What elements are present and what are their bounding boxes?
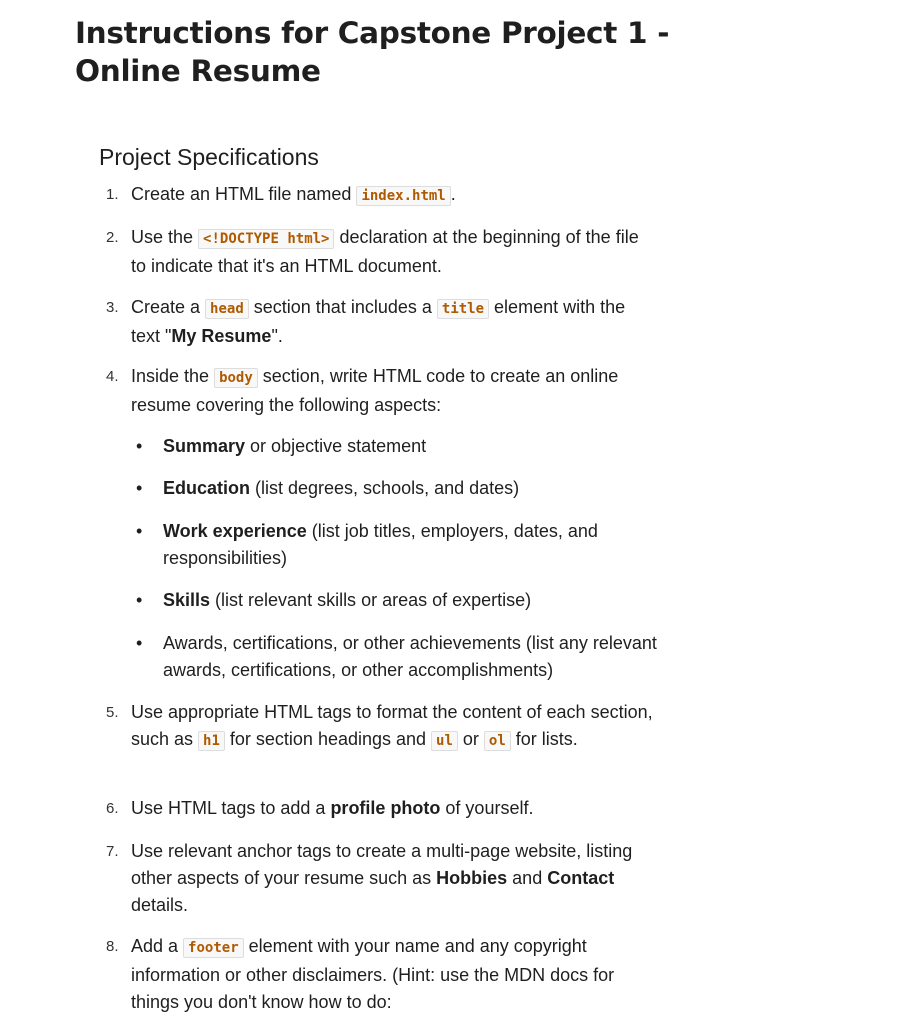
aspect-text: Awards, certifications, or other achieve…: [163, 633, 657, 680]
step-number: 8.: [106, 938, 119, 955]
code-snippet: h1: [198, 731, 225, 751]
bullet-icon: •: [136, 521, 143, 541]
step-number: 4.: [106, 368, 119, 385]
aspect-text: Work experience (list job titles, employ…: [163, 521, 598, 568]
code-snippet: footer: [183, 938, 244, 958]
step-number: 5.: [106, 704, 119, 721]
bullet-icon: •: [136, 436, 143, 456]
aspect-text: Education (list degrees, schools, and da…: [163, 478, 520, 498]
code-snippet: ul: [431, 731, 458, 751]
code-snippet: title: [436, 299, 490, 319]
step-text: Create an HTML file named index.html.: [131, 184, 456, 206]
code-snippet: index.html: [356, 186, 451, 206]
bullet-icon: •: [136, 478, 143, 498]
bullet-icon: •: [136, 590, 143, 610]
section-heading: Project Specifications: [99, 144, 319, 170]
code-snippet: ol: [483, 731, 511, 751]
code-snippet: head: [205, 299, 249, 319]
step-text: Use HTML tags to add a profile photo of …: [131, 798, 534, 818]
bold-text: profile photo: [330, 798, 441, 818]
bold-text: Hobbies: [436, 868, 508, 888]
step-number: 7.: [106, 843, 119, 860]
aspect-text: Skills (list relevant skills or areas of…: [163, 590, 532, 610]
step-text: Inside the body section, write HTML code…: [131, 366, 619, 415]
bold-text: Contact: [547, 868, 615, 888]
step-text: Create a head section that includes a ti…: [131, 297, 626, 346]
step-text: Use appropriate HTML tags to format the …: [131, 702, 653, 751]
step-text: Use the <!DOCTYPE html> declaration at t…: [131, 227, 639, 276]
bold-text: My Resume: [171, 326, 272, 346]
step-number: 6.: [106, 800, 119, 817]
step-number: 3.: [106, 299, 119, 316]
page-title: Instructions for Capstone Project 1 - On…: [75, 16, 670, 88]
code-snippet: <!DOCTYPE html>: [198, 229, 335, 249]
code-snippet: body: [214, 368, 258, 388]
step-number: 1.: [106, 186, 119, 203]
step-text: Use relevant anchor tags to create a mul…: [131, 841, 633, 915]
step-number: 2.: [106, 229, 119, 246]
bullet-icon: •: [136, 633, 143, 653]
aspect-text: Summary or objective statement: [163, 436, 427, 456]
step-text: Add a footer element with your name and …: [131, 936, 615, 1012]
